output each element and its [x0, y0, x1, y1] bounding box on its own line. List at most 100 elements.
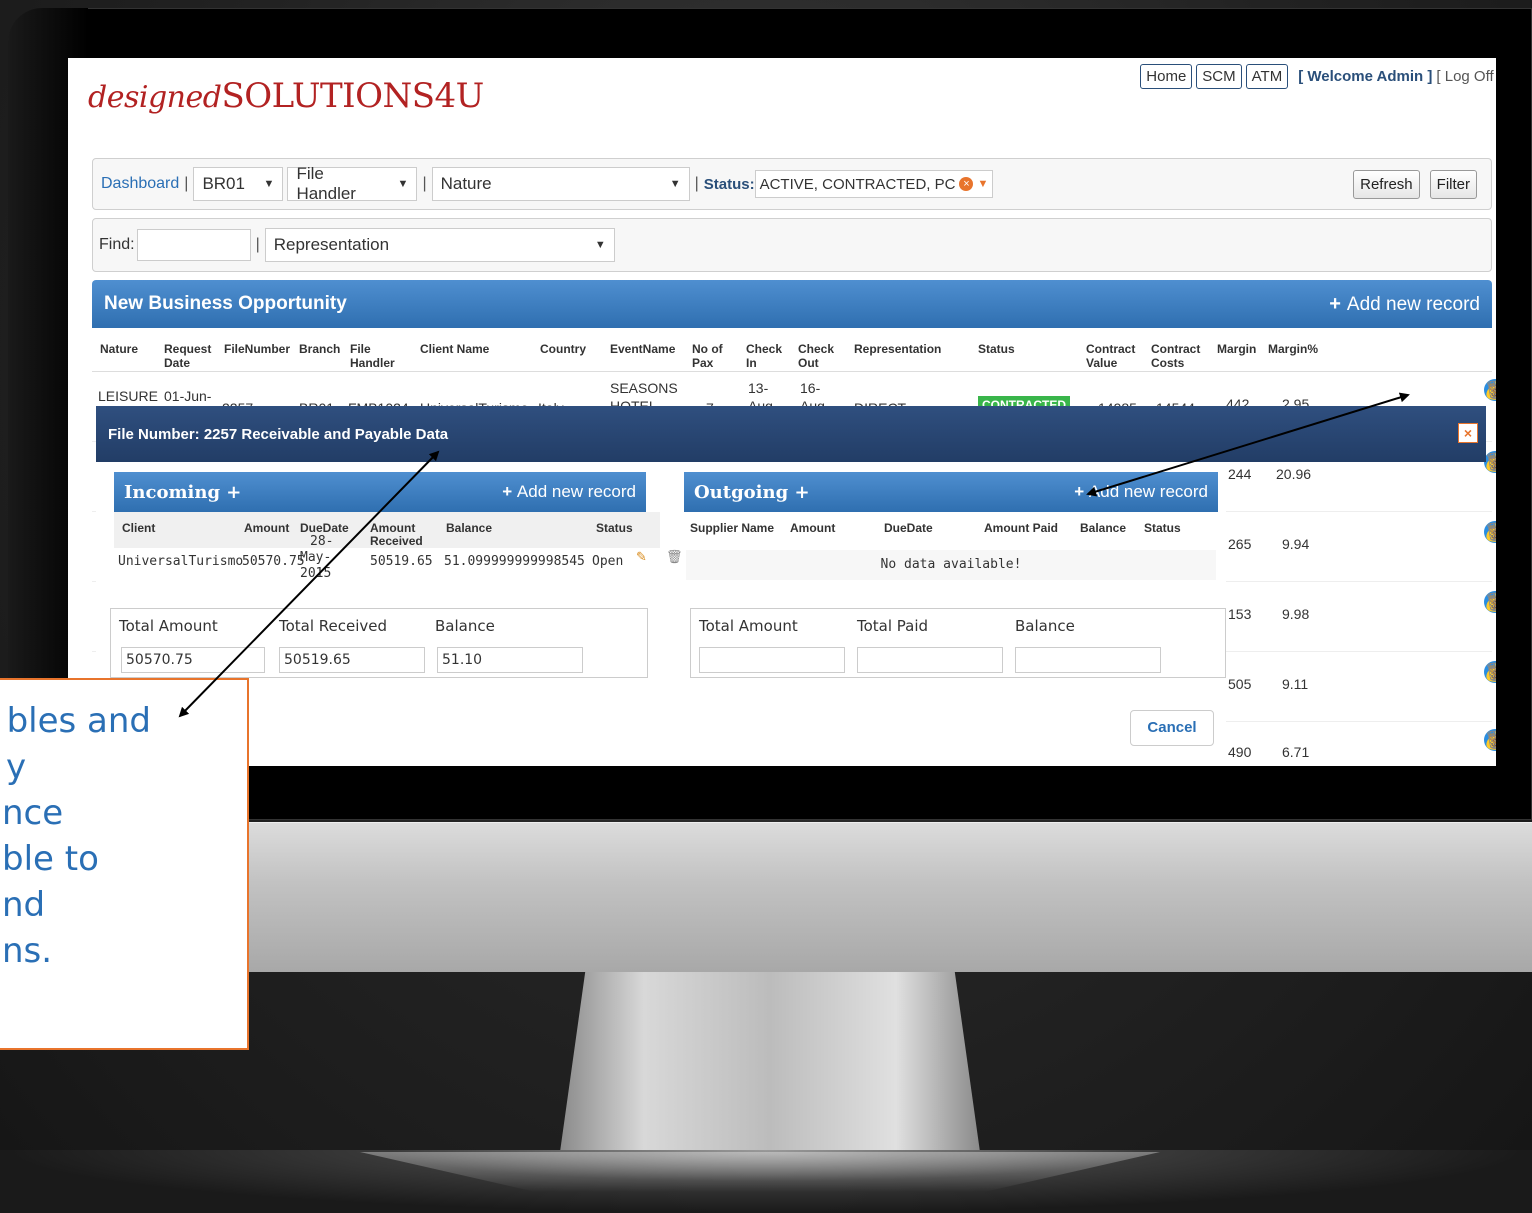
total-amount-field[interactable]: [699, 647, 845, 673]
cell-margin: 505: [1228, 676, 1252, 692]
file-handler-value: File Handler: [296, 164, 356, 203]
trash-icon[interactable]: 🗑: [1484, 729, 1496, 751]
inc-due-line2: May-: [300, 550, 332, 565]
col-margin[interactable]: Margin: [1217, 342, 1256, 356]
callout-line: bles and: [6, 701, 151, 741]
col-request-date[interactable]: Request Date: [164, 342, 212, 370]
cell-checkin-line1: 13-: [748, 380, 769, 396]
col-nature[interactable]: Nature: [100, 342, 138, 356]
branch-select[interactable]: BR01 ▼: [193, 167, 284, 201]
representation-select[interactable]: Representation ▼: [264, 228, 615, 262]
chevron-down-icon: ▼: [263, 178, 275, 190]
col-client-name[interactable]: Client Name: [420, 342, 489, 356]
col-contract-costs[interactable]: Contract Costs: [1151, 342, 1201, 370]
col-event-name[interactable]: EventName: [610, 342, 675, 356]
trash-icon[interactable]: 🗑: [1484, 379, 1496, 401]
inc-received: 50519.65: [370, 554, 433, 569]
col-representation[interactable]: Representation: [854, 342, 941, 356]
find-bar: Find: | Representation ▼: [92, 218, 1492, 272]
col-supplier-name: Supplier Name: [690, 521, 775, 535]
annotation-callout: bles and y nce ble to nd ns.: [0, 678, 249, 1050]
outgoing-title[interactable]: Outgoing +: [694, 482, 810, 503]
nature-select[interactable]: Nature ▼: [431, 167, 690, 201]
col-file-handler[interactable]: File Handler: [350, 342, 400, 370]
total-paid-field[interactable]: [857, 647, 1003, 673]
pencil-icon[interactable]: ✎: [636, 550, 647, 565]
branch-select-value: BR01: [202, 174, 245, 193]
cell-date: 01-Jun-: [164, 388, 212, 404]
trash-icon[interactable]: 🗑: [1484, 591, 1496, 613]
chevron-down-icon[interactable]: ▼: [977, 178, 988, 190]
file-handler-select[interactable]: File Handler ▼: [287, 164, 418, 203]
logoff-link[interactable]: [ Log Off ]: [1436, 68, 1496, 85]
label-total-received: Total Received: [279, 617, 388, 635]
cell-margin: 490: [1228, 744, 1252, 760]
col-status[interactable]: Status: [978, 342, 1015, 356]
col-balance: Balance: [1080, 521, 1127, 535]
nav-scm-button[interactable]: SCM: [1196, 64, 1242, 89]
inc-status: Open: [592, 554, 624, 569]
filter-button[interactable]: Filter: [1429, 169, 1477, 199]
trash-icon[interactable]: 🗑: [666, 550, 683, 565]
col-duedate: DueDate: [884, 521, 933, 535]
callout-line: y: [6, 747, 27, 787]
inc-due-line1: 28-: [310, 534, 334, 549]
plus-icon: +: [1329, 292, 1341, 315]
modal-title: File Number: 2257 Receivable and Payable…: [108, 425, 449, 443]
col-contract-value[interactable]: Contract Value: [1086, 342, 1136, 370]
nav-home-button[interactable]: Home: [1140, 64, 1193, 89]
incoming-add-record-button[interactable]: + Add new record: [502, 482, 636, 502]
nav-atm-button[interactable]: ATM: [1245, 64, 1289, 89]
cell-checkout-line1: 16-: [800, 380, 821, 396]
separator: |: [255, 236, 260, 253]
outgoing-add-record-button[interactable]: + Add new record: [1074, 482, 1208, 502]
close-icon[interactable]: ×: [1458, 423, 1478, 443]
grid-add-record-button[interactable]: + Add new record: [1329, 293, 1480, 316]
find-input[interactable]: [136, 229, 251, 261]
trash-icon[interactable]: 🗑: [1484, 661, 1496, 683]
incoming-row[interactable]: UniversalTurismo 50570.75 28- May- 2015 …: [114, 534, 683, 584]
col-file-number[interactable]: FileNumber: [224, 342, 290, 356]
col-country[interactable]: Country: [540, 342, 586, 356]
col-client: Client: [122, 521, 156, 535]
chevron-down-icon: ▼: [594, 239, 606, 251]
plus-icon: +: [1074, 482, 1089, 501]
cancel-button[interactable]: Cancel: [1130, 710, 1214, 746]
total-received-field[interactable]: 50519.65: [279, 647, 425, 673]
grid-add-label: Add new record: [1346, 293, 1480, 315]
outgoing-totals: Total Amount Total Paid Balance: [690, 608, 1226, 678]
cell-margin: 244: [1228, 466, 1252, 482]
col-status: Status: [596, 521, 633, 535]
clear-icon[interactable]: ×: [959, 177, 974, 191]
col-amount-paid: Amount Paid: [984, 521, 1058, 535]
col-amount: Amount: [244, 521, 290, 535]
chevron-down-icon: ▼: [397, 178, 409, 190]
trash-icon[interactable]: 🗑: [1484, 521, 1496, 543]
callout-line: nd: [2, 885, 46, 925]
cell-margin: 153: [1228, 606, 1252, 622]
cell-margin-pct: 6.71: [1282, 744, 1310, 760]
col-balance: Balance: [446, 521, 493, 535]
col-margin-pct[interactable]: Margin%: [1268, 342, 1318, 356]
outgoing-panel-header: Outgoing + + Add new record: [684, 472, 1218, 512]
col-check-out[interactable]: Check Out: [798, 342, 834, 370]
col-check-in[interactable]: Check In: [746, 342, 782, 370]
nature-select-value: Nature: [440, 174, 492, 193]
inc-due-line3: 2015: [300, 566, 332, 581]
balance-field[interactable]: [1015, 647, 1161, 673]
col-branch[interactable]: Branch: [299, 342, 340, 356]
balance-field[interactable]: 51.10: [437, 647, 583, 673]
cell-margin-pct: 20.96: [1276, 466, 1312, 482]
logo-text-4u: 4U: [434, 76, 485, 116]
refresh-button[interactable]: Refresh: [1353, 169, 1420, 199]
grid-column-headers: Nature Request Date FileNumber Branch Fi…: [92, 328, 1492, 372]
monitor-chin: [248, 822, 1532, 972]
col-no-of-pax[interactable]: No of Pax: [692, 342, 726, 370]
modal-header: File Number: 2257 Receivable and Payable…: [96, 406, 1486, 462]
total-amount-field[interactable]: 50570.75: [121, 647, 265, 673]
dashboard-link[interactable]: Dashboard: [101, 175, 179, 193]
grid-header: New Business Opportunity + Add new record: [92, 280, 1492, 328]
label-total-amount: Total Amount: [119, 617, 218, 635]
incoming-title[interactable]: Incoming +: [124, 482, 241, 503]
status-multiselect[interactable]: ACTIVE, CONTRACTED, PC × ▼: [754, 170, 994, 198]
